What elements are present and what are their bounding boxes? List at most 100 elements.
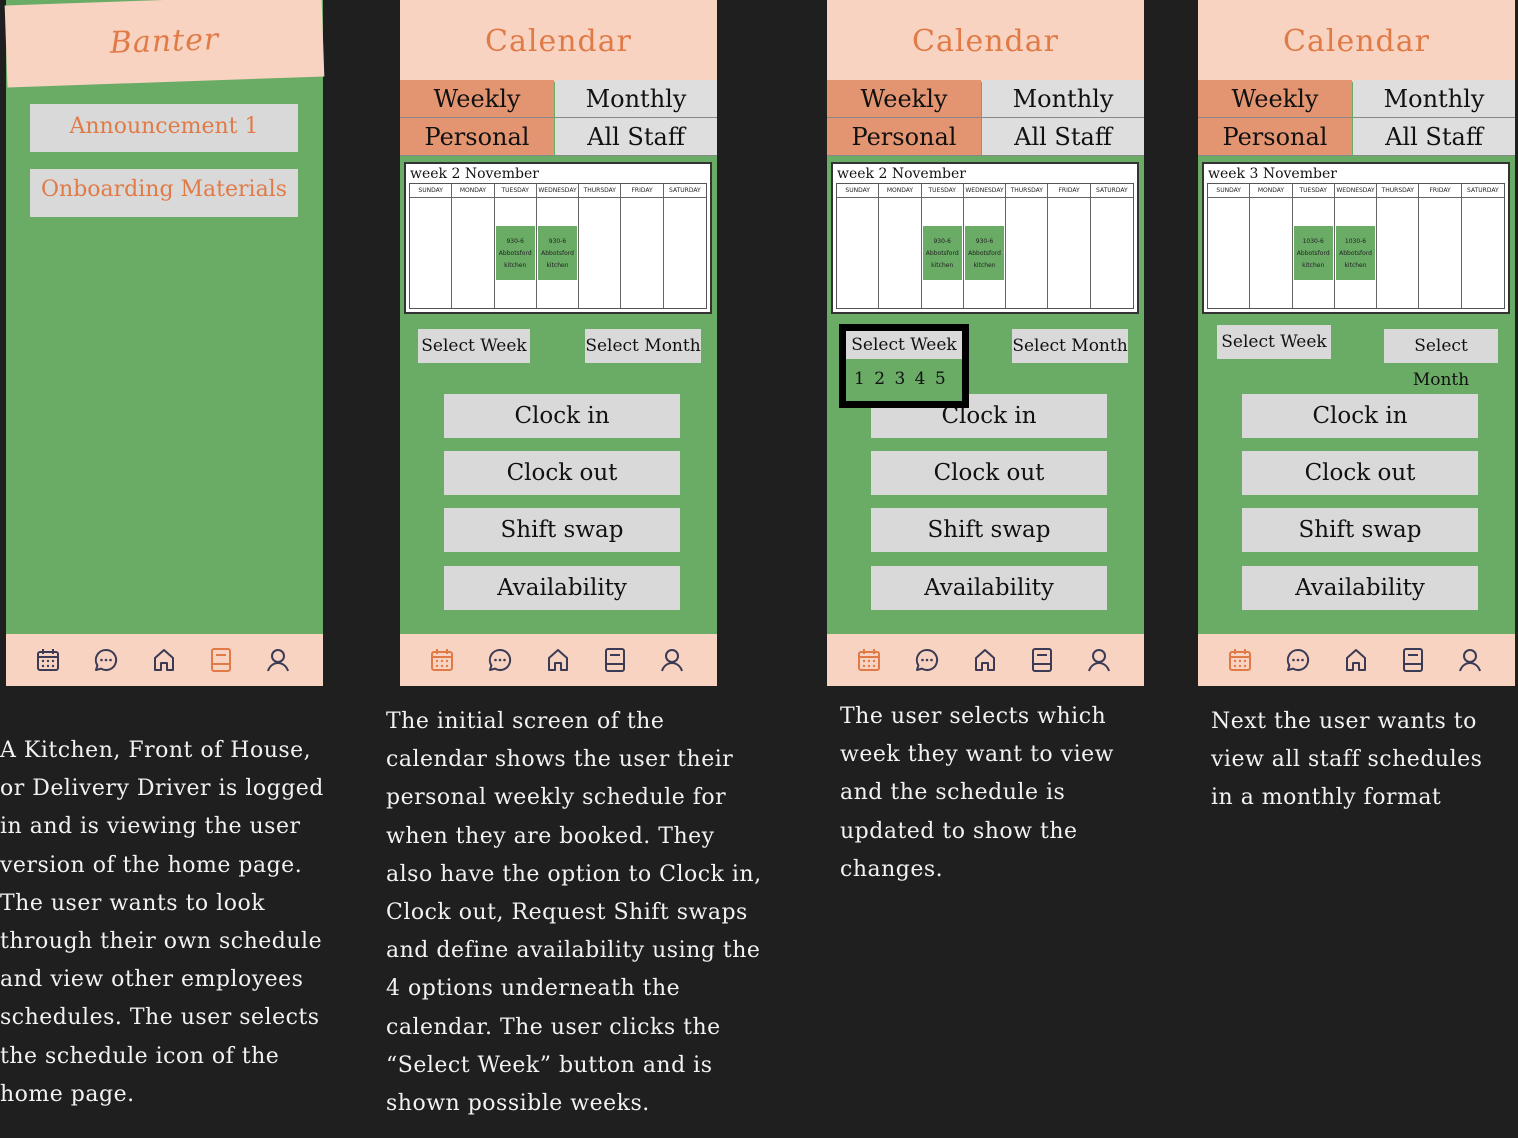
day-header: FRIDAY (621, 184, 663, 198)
tab-all-staff[interactable]: All Staff (982, 118, 1144, 156)
day-header: THURSDAY (1006, 184, 1048, 198)
page-title: Calendar (827, 0, 1144, 82)
screen3-description: The user selects which week they want to… (840, 704, 1114, 882)
week-select-dropdown: Select Week 1 2 3 4 5 (839, 324, 969, 408)
shift-swap-button[interactable]: Shift swap (444, 508, 680, 552)
tab-all-staff[interactable]: All Staff (1353, 118, 1515, 156)
chat-icon[interactable] (913, 646, 941, 674)
tab-weekly[interactable]: Weekly (827, 80, 981, 118)
week-label: week 3 November (1208, 166, 1337, 182)
user-icon[interactable] (1456, 646, 1484, 674)
tab-personal[interactable]: Personal (1198, 118, 1352, 156)
bottom-nav (827, 634, 1144, 686)
user-icon[interactable] (658, 646, 686, 674)
tab-monthly[interactable]: Monthly (982, 80, 1144, 118)
home-icon[interactable] (1342, 646, 1370, 674)
tab-personal[interactable]: Personal (400, 118, 554, 156)
chat-icon[interactable] (1284, 646, 1312, 674)
day-header: WEDNESDAY (1334, 184, 1377, 198)
shift-block[interactable]: 930-6 Abbotsford kitchen (964, 226, 1005, 280)
home-icon[interactable] (971, 646, 999, 674)
day-header: SUNDAY (837, 184, 879, 198)
day-header: SATURDAY (1090, 184, 1133, 198)
chat-icon[interactable] (486, 646, 514, 674)
select-month-button[interactable]: Select Month (585, 329, 701, 363)
shift-block[interactable]: 1030-6 Abbotsford kitchen (1335, 226, 1376, 280)
tab-personal[interactable]: Personal (827, 118, 981, 156)
shift-block[interactable]: 1030-6 Abbotsford kitchen (1293, 226, 1333, 280)
day-header: THURSDAY (579, 184, 621, 198)
calendar-screen-initial: Calendar Weekly Monthly Personal All Sta… (400, 0, 717, 686)
week-label: week 2 November (410, 166, 539, 182)
clock-out-button[interactable]: Clock out (871, 451, 1107, 495)
day-header: THURSDAY (1377, 184, 1419, 198)
calendar-icon[interactable] (855, 646, 883, 674)
shift-swap-button[interactable]: Shift swap (1242, 508, 1478, 552)
day-header: MONDAY (879, 184, 921, 198)
announcement-button[interactable]: Announcement 1 (30, 104, 298, 152)
shift-swap-button[interactable]: Shift swap (871, 508, 1107, 552)
shift-block[interactable]: 930-6 Abbotsford kitchen (922, 226, 962, 280)
shift-block[interactable]: 930-6 Abbotsford kitchen (537, 226, 578, 280)
clock-out-button[interactable]: Clock out (1242, 451, 1478, 495)
select-week-button[interactable]: Select Week (846, 331, 962, 359)
day-header: FRIDAY (1419, 184, 1461, 198)
weekly-calendar: week 2 November SUNDAY MONDAY TUESDAY 930… (831, 162, 1139, 314)
day-header: TUESDAY (1292, 184, 1334, 198)
page-title: Calendar (400, 0, 717, 82)
select-week-button[interactable]: Select Week (1217, 325, 1331, 359)
day-header: TUESDAY (494, 184, 536, 198)
home-icon[interactable] (544, 646, 572, 674)
screen4-description: Next the user wants to view all staff sc… (1211, 709, 1483, 811)
user-icon[interactable] (1085, 646, 1113, 674)
app-title: Banter (4, 0, 325, 88)
day-header: SUNDAY (1208, 184, 1250, 198)
weekly-calendar: week 2 November SUNDAY MONDAY TUESDAY 930… (404, 162, 712, 314)
week-options[interactable]: 1 2 3 4 5 (854, 369, 948, 389)
bottom-nav (6, 634, 323, 686)
screen1-description: A Kitchen, Front of House, or Delivery D… (0, 738, 324, 1107)
book-icon[interactable] (1399, 646, 1427, 674)
day-header: TUESDAY (921, 184, 963, 198)
select-week-button[interactable]: Select Week (418, 329, 530, 363)
user-icon[interactable] (264, 646, 292, 674)
book-icon[interactable] (1028, 646, 1056, 674)
availability-button[interactable]: Availability (444, 566, 680, 610)
shift-block[interactable]: 930-6 Abbotsford kitchen (495, 226, 535, 280)
book-icon[interactable] (207, 646, 235, 674)
calendar-screen-select-week: Calendar Weekly Monthly Personal All Sta… (827, 0, 1144, 686)
clock-out-button[interactable]: Clock out (444, 451, 680, 495)
day-header: SATURDAY (663, 184, 706, 198)
day-header: WEDNESDAY (536, 184, 579, 198)
week-label: week 2 November (837, 166, 966, 182)
tab-weekly[interactable]: Weekly (1198, 80, 1352, 118)
availability-button[interactable]: Availability (1242, 566, 1478, 610)
tab-weekly[interactable]: Weekly (400, 80, 554, 118)
day-header: SATURDAY (1461, 184, 1504, 198)
clock-in-button[interactable]: Clock in (1242, 394, 1478, 438)
availability-button[interactable]: Availability (871, 566, 1107, 610)
select-month-button[interactable]: Select Month (1012, 329, 1128, 363)
tab-monthly[interactable]: Monthly (1353, 80, 1515, 118)
day-header: MONDAY (1250, 184, 1292, 198)
tab-monthly[interactable]: Monthly (555, 80, 717, 118)
day-header: FRIDAY (1048, 184, 1090, 198)
page-title: Calendar (1198, 0, 1515, 82)
tab-all-staff[interactable]: All Staff (555, 118, 717, 156)
calendar-screen-week-3: Calendar Weekly Monthly Personal All Sta… (1198, 0, 1515, 686)
calendar-icon[interactable] (34, 646, 62, 674)
calendar-icon[interactable] (428, 646, 456, 674)
day-header: WEDNESDAY (963, 184, 1006, 198)
book-icon[interactable] (601, 646, 629, 674)
bottom-nav (1198, 634, 1515, 686)
onboarding-materials-button[interactable]: Onboarding Materials (30, 169, 298, 217)
day-header: MONDAY (452, 184, 494, 198)
clock-in-button[interactable]: Clock in (444, 394, 680, 438)
weekly-calendar: week 3 November SUNDAY MONDAY TUESDAY 103… (1202, 162, 1510, 314)
home-icon[interactable] (150, 646, 178, 674)
bottom-nav (400, 634, 717, 686)
select-month-button[interactable]: Select Month (1384, 329, 1498, 390)
chat-icon[interactable] (92, 646, 120, 674)
calendar-icon[interactable] (1226, 646, 1254, 674)
screen2-description: The initial screen of the calendar shows… (386, 709, 762, 1117)
